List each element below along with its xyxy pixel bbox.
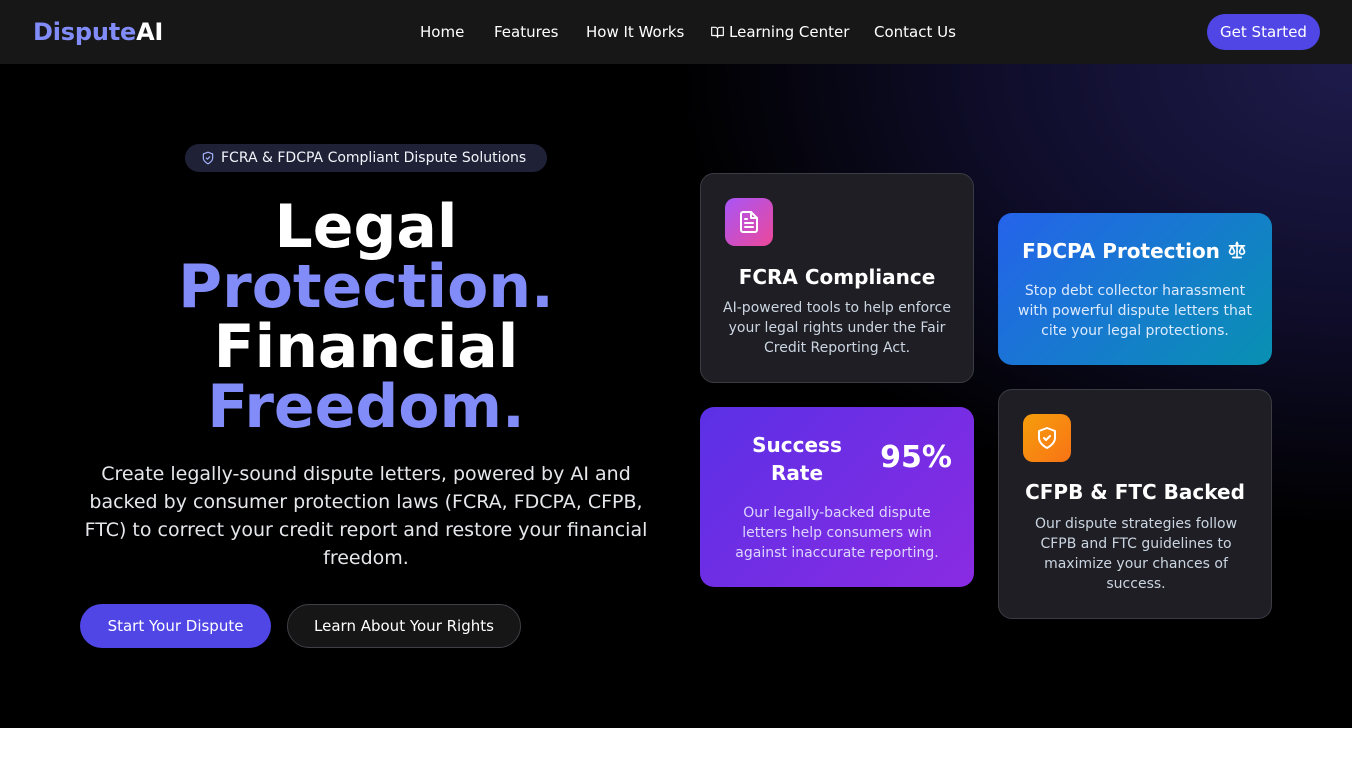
nav-contact-us[interactable]: Contact Us	[874, 22, 956, 42]
nav-features[interactable]: Features	[494, 22, 559, 42]
scale-icon	[1228, 241, 1246, 259]
shield-icon	[202, 151, 214, 165]
cfpb-icon-box	[1023, 414, 1071, 462]
hero-section: FCRA & FDCPA Compliant Dispute Solutions…	[0, 64, 1352, 728]
nav-how-it-works[interactable]: How It Works	[586, 22, 684, 42]
headline-line-4: Freedom.	[207, 372, 525, 442]
fdcpa-protection-card: FDCPA Protection Stop debt collector har…	[998, 213, 1272, 365]
navbar: DisputeAI Home Features How It Works Lea…	[0, 0, 1352, 64]
fdcpa-card-title: FDCPA Protection	[1022, 239, 1220, 263]
cfpb-card-title: CFPB & FTC Backed	[1025, 480, 1245, 504]
fdcpa-card-heading: FDCPA Protection	[998, 238, 1272, 264]
shield-check-icon	[1038, 427, 1056, 449]
fcra-card-description: AI-powered tools to help enforce your le…	[723, 300, 951, 356]
fdcpa-card-description: Stop debt collector harassment with powe…	[1018, 283, 1252, 339]
cfpb-ftc-card: CFPB & FTC Backed Our dispute strategies…	[998, 389, 1272, 619]
headline-line-2: Protection.	[178, 252, 554, 322]
headline-line-3: Financial	[213, 312, 519, 382]
success-rate-value: 95%	[880, 440, 952, 475]
book-icon	[711, 26, 724, 38]
badge-text: FCRA & FDCPA Compliant Dispute Solutions	[221, 150, 527, 166]
nav-home[interactable]: Home	[420, 22, 464, 42]
nav-learning-center-label: Learning Center	[729, 23, 850, 41]
compliance-badge: FCRA & FDCPA Compliant Dispute Solutions	[185, 144, 547, 172]
success-rate-card: Success Rate 95% Our legally-backed disp…	[700, 407, 974, 587]
get-started-button[interactable]: Get Started	[1207, 14, 1320, 50]
main-nav: Home Features How It Works Learning Cent…	[0, 22, 1352, 42]
cfpb-card-description: Our dispute strategies follow CFPB and F…	[1034, 516, 1238, 592]
start-dispute-button[interactable]: Start Your Dispute	[80, 604, 271, 648]
success-rate-label: Success Rate	[752, 433, 842, 485]
hero-subtext: Create legally-sound dispute letters, po…	[84, 463, 648, 569]
fcra-card-title: FCRA Compliance	[738, 265, 936, 289]
learn-rights-button[interactable]: Learn About Your Rights	[287, 604, 521, 648]
fcra-compliance-card: FCRA Compliance AI-powered tools to help…	[700, 173, 974, 383]
hero-headline: Legal Protection. Financial Freedom.	[60, 197, 672, 437]
success-rate-description: Our legally-backed dispute letters help …	[735, 505, 939, 561]
nav-learning-center[interactable]: Learning Center	[710, 22, 849, 42]
fcra-icon-box	[725, 198, 773, 246]
headline-line-1: Legal	[274, 192, 458, 262]
document-icon	[740, 211, 758, 233]
